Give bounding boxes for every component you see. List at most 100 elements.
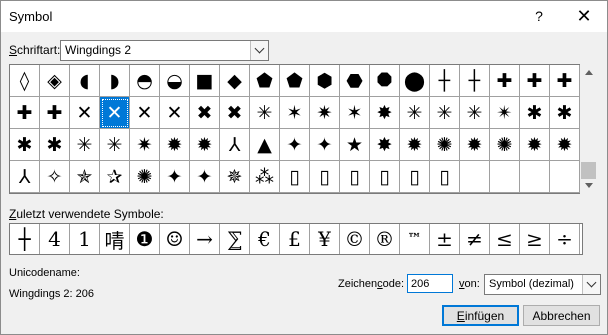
symbol-cell[interactable]: ✖ [220, 97, 250, 129]
symbol-cell[interactable] [520, 161, 550, 193]
symbol-cell[interactable]: ✵ [220, 161, 250, 193]
symbol-cell[interactable]: ✚ [520, 65, 550, 97]
symbol-cell[interactable]: ✱ [10, 129, 40, 161]
symbol-cell[interactable]: ◓ [130, 65, 160, 97]
symbol-cell[interactable]: ⬢ [310, 65, 340, 97]
from-dropdown-button[interactable] [582, 275, 600, 294]
symbol-cell[interactable]: ✶ [340, 97, 370, 129]
symbol-cell[interactable]: ✹ [190, 129, 220, 161]
symbol-cell[interactable]: ▲ [250, 129, 280, 161]
symbol-cell[interactable]: ✦ [310, 129, 340, 161]
symbol-cell[interactable]: ✺ [130, 161, 160, 193]
symbol-cell[interactable]: ✳ [460, 97, 490, 129]
symbol-cell[interactable]: ✚ [490, 65, 520, 97]
symbol-cell[interactable]: ✹ [460, 129, 490, 161]
help-button[interactable]: ? [527, 4, 551, 28]
symbol-cell[interactable]: ✷ [130, 129, 160, 161]
recent-symbol-cell[interactable]: ≥ [520, 224, 550, 254]
symbol-cell[interactable]: ✳ [250, 97, 280, 129]
symbol-cell[interactable]: ✱ [40, 129, 70, 161]
symbol-cell[interactable]: ✚ [40, 97, 70, 129]
symbol-cell[interactable]: ▯ [310, 161, 340, 193]
symbol-cell[interactable]: ✖ [190, 97, 220, 129]
character-code-input[interactable] [407, 274, 453, 293]
symbol-cell[interactable]: ✳ [100, 129, 130, 161]
symbol-cell[interactable]: ✶ [280, 97, 310, 129]
recent-symbol-cell[interactable]: ± [430, 224, 460, 254]
symbol-cell[interactable]: ▯ [430, 161, 460, 193]
recent-symbol-cell[interactable]: © [340, 224, 370, 254]
recent-symbol-cell[interactable]: ☺ [160, 224, 190, 254]
symbol-cell[interactable]: ⯃ [370, 65, 400, 97]
symbol-cell[interactable]: ✳ [400, 97, 430, 129]
symbol-cell[interactable]: ✹ [520, 129, 550, 161]
symbol-cell[interactable]: ◊ [10, 65, 40, 97]
symbol-cell[interactable]: ✚ [550, 65, 580, 97]
symbol-cell[interactable]: ◒ [160, 65, 190, 97]
symbol-cell[interactable]: ■ [190, 65, 220, 97]
symbol-cell[interactable]: ▯ [280, 161, 310, 193]
symbol-cell[interactable]: ◖ [70, 65, 100, 97]
symbol-cell[interactable]: ◈ [40, 65, 70, 97]
symbol-cell[interactable]: ✰ [100, 161, 130, 193]
insert-button[interactable]: Einfügen [442, 305, 519, 326]
symbol-cell[interactable]: ✱ [550, 97, 580, 129]
symbol-cell[interactable]: ⅄ [10, 161, 40, 193]
symbol-cell[interactable]: ✕ [130, 97, 160, 129]
recent-symbol-cell[interactable]: 1 [70, 224, 100, 254]
symbol-cell[interactable]: ▯ [370, 161, 400, 193]
scroll-down-arrow[interactable] [580, 177, 597, 194]
symbol-cell[interactable]: ⬟ [280, 65, 310, 97]
symbol-cell[interactable]: ◗ [100, 65, 130, 97]
symbol-cell[interactable]: ✦ [280, 129, 310, 161]
symbol-cell[interactable]: ★ [340, 129, 370, 161]
close-button[interactable]: ✕ [569, 4, 599, 28]
font-select[interactable]: Wingdings 2 [60, 40, 269, 61]
symbol-cell[interactable]: ✷ [310, 97, 340, 129]
recent-symbol-cell[interactable]: ÷ [550, 224, 580, 254]
symbol-cell[interactable]: ✴ [490, 97, 520, 129]
font-dropdown-button[interactable] [250, 41, 268, 60]
symbol-cell[interactable]: ▯ [400, 161, 430, 193]
cancel-button[interactable]: Abbrechen [523, 305, 600, 326]
recent-symbol-cell[interactable]: ≠ [460, 224, 490, 254]
scroll-up-arrow[interactable] [580, 64, 597, 81]
symbol-grid[interactable]: ◊ ◈ ◖ ◗ ◓ ◒ ■ ◆ ⬟ ⬟ ⬢ ⬣ ⯃ ⬤ ┼ ┼ ✚ ✚ ✚ ✚ ✚ ✕ ✕ ✕ ✕ ✖ ✖ ✳ ✶ ✷ ✶ ✸ ✳ ✳ ✳ ✴ ✱ ✱ ✱ ✱… [9, 64, 581, 194]
recent-symbol-cell[interactable]: € [250, 224, 280, 254]
symbol-cell[interactable] [460, 161, 490, 193]
from-select[interactable]: Symbol (dezimal) [484, 274, 601, 295]
symbol-cell[interactable]: ✦ [190, 161, 220, 193]
recent-symbol-cell[interactable]: £ [280, 224, 310, 254]
recent-symbol-cell[interactable]: ❶ [130, 224, 160, 254]
symbol-cell[interactable]: ⬟ [250, 65, 280, 97]
recent-symbol-cell[interactable]: ™ [400, 224, 430, 254]
recent-symbol-cell[interactable]: 啨 [100, 224, 130, 254]
symbol-cell[interactable]: ┼ [460, 65, 490, 97]
symbol-cell[interactable]: ✹ [400, 129, 430, 161]
symbol-cell[interactable]: ✕ [100, 97, 130, 129]
symbol-cell[interactable]: ⬣ [340, 65, 370, 97]
symbol-cell[interactable]: ✚ [10, 97, 40, 129]
recent-symbol-cell[interactable]: ┼ [10, 224, 40, 254]
symbol-grid-scrollbar[interactable] [580, 64, 597, 194]
symbol-cell[interactable]: ◆ [220, 65, 250, 97]
recent-symbol-cell[interactable]: → [190, 224, 220, 254]
recent-symbol-cell[interactable]: ® [370, 224, 400, 254]
symbol-cell[interactable]: ✱ [520, 97, 550, 129]
symbol-cell[interactable]: ✸ [370, 97, 400, 129]
recent-symbol-cell[interactable]: ≤ [490, 224, 520, 254]
symbol-cell[interactable]: ✹ [550, 129, 580, 161]
symbol-cell[interactable]: ⬤ [400, 65, 430, 97]
recent-symbol-cell[interactable]: ⅀ [220, 224, 250, 254]
symbol-cell[interactable]: ✕ [160, 97, 190, 129]
symbol-cell[interactable]: ✯ [70, 161, 100, 193]
recent-symbols-row[interactable]: ┼ 4 1 啨 ❶ ☺ → ⅀ € £ ¥ © ® ™ ± ≠ ≤ ≥ ÷ [9, 223, 583, 255]
recent-symbol-cell[interactable]: ¥ [310, 224, 340, 254]
symbol-cell[interactable]: ✸ [370, 129, 400, 161]
symbol-cell[interactable]: ✧ [40, 161, 70, 193]
symbol-cell[interactable]: ✳ [70, 129, 100, 161]
recent-symbol-cell[interactable]: 4 [40, 224, 70, 254]
symbol-cell[interactable]: ✕ [70, 97, 100, 129]
symbol-cell[interactable]: ▯ [340, 161, 370, 193]
symbol-cell[interactable] [490, 161, 520, 193]
